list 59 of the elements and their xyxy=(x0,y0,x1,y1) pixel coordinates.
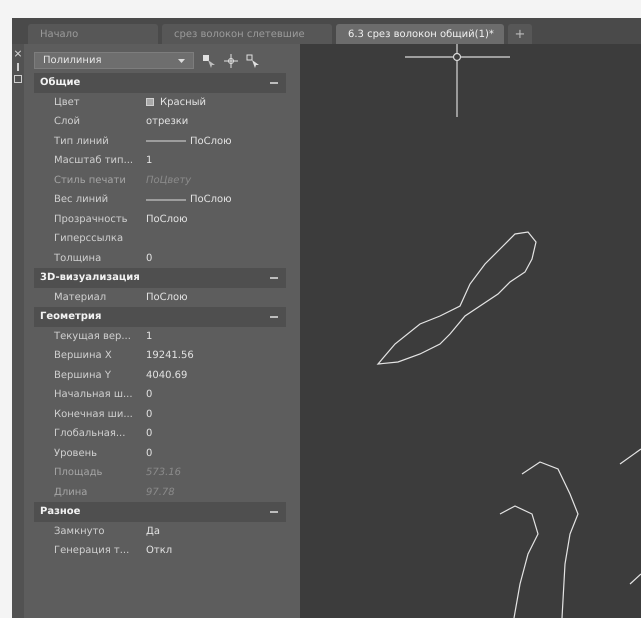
property-value: Да xyxy=(146,524,160,539)
section-header[interactable]: Общие xyxy=(34,73,286,92)
property-value: 0 xyxy=(146,408,152,422)
object-type-dropdown[interactable]: Полилиния xyxy=(34,52,194,69)
line-sample-icon xyxy=(146,140,186,142)
property-label: Цвет xyxy=(54,96,81,110)
section-title: Геометрия xyxy=(40,310,102,324)
property-label: Прозрачность xyxy=(54,212,129,227)
property-value: 1 xyxy=(146,330,152,344)
property-label: Длина xyxy=(54,486,88,500)
document-tab[interactable]: 6.3 срез волокон общий(1)* xyxy=(336,24,504,44)
property-label: Глобальная... xyxy=(54,427,126,442)
quick-select-icon[interactable] xyxy=(202,54,216,68)
property-value: 19241.56 xyxy=(146,349,194,364)
property-value: 4040.69 xyxy=(146,368,188,383)
close-button[interactable]: × xyxy=(13,48,23,59)
select-objects-icon[interactable] xyxy=(246,54,260,68)
property-value: 1 xyxy=(146,154,152,168)
property-label: Гиперссылка xyxy=(54,232,124,246)
property-label: Толщина xyxy=(54,252,102,266)
property-label: Начальная ш... xyxy=(54,388,134,402)
property-label: Замкнуто xyxy=(54,524,106,539)
caret-icon xyxy=(178,58,185,62)
property-label: Уровень xyxy=(54,446,98,461)
property-label: Тип линий xyxy=(54,134,110,149)
property-label: Генерация т... xyxy=(54,544,130,558)
section-header[interactable]: Геометрия xyxy=(34,307,286,326)
property-label: Текущая вер... xyxy=(54,330,132,344)
section-title: Разное xyxy=(40,505,80,520)
property-value: отрезки xyxy=(146,115,188,130)
property-value: ПоСлою xyxy=(146,212,188,227)
property-label: Площадь xyxy=(54,466,104,480)
line-sample-icon xyxy=(146,198,186,201)
property-value: 0 xyxy=(146,427,152,442)
color-swatch xyxy=(146,98,154,106)
property-label: Вес линий xyxy=(54,193,110,208)
section-title: 3D-визуализация xyxy=(40,271,140,286)
section-header[interactable]: Разное xyxy=(34,502,286,522)
property-label: Материал xyxy=(54,290,108,305)
property-value: 0 xyxy=(146,446,152,461)
crosshair-pick-icon[interactable] xyxy=(224,54,238,68)
property-label: Слой xyxy=(54,115,81,130)
property-label: Вершина X xyxy=(54,349,113,364)
property-label: Вершина Y xyxy=(54,368,112,383)
property-value: ПоСлою xyxy=(190,193,232,208)
property-value: 0 xyxy=(146,252,152,266)
new-tab-button[interactable]: + xyxy=(508,24,532,44)
dropdown-value: Полилиния xyxy=(43,54,102,68)
property-value: Откл xyxy=(146,544,172,558)
property-value: Красный xyxy=(160,96,206,110)
property-label: Стиль печати xyxy=(54,174,127,188)
section-header[interactable]: 3D-визуализация xyxy=(34,268,286,288)
property-label: Конечная ши... xyxy=(54,408,134,422)
options-icon[interactable] xyxy=(14,75,22,83)
section-title: Общие xyxy=(40,76,80,90)
property-label: Масштаб тип... xyxy=(54,154,134,168)
property-value: ПоСлою xyxy=(190,134,232,149)
property-value: 0 xyxy=(146,388,152,402)
property-value: ПоСлою xyxy=(146,290,188,305)
